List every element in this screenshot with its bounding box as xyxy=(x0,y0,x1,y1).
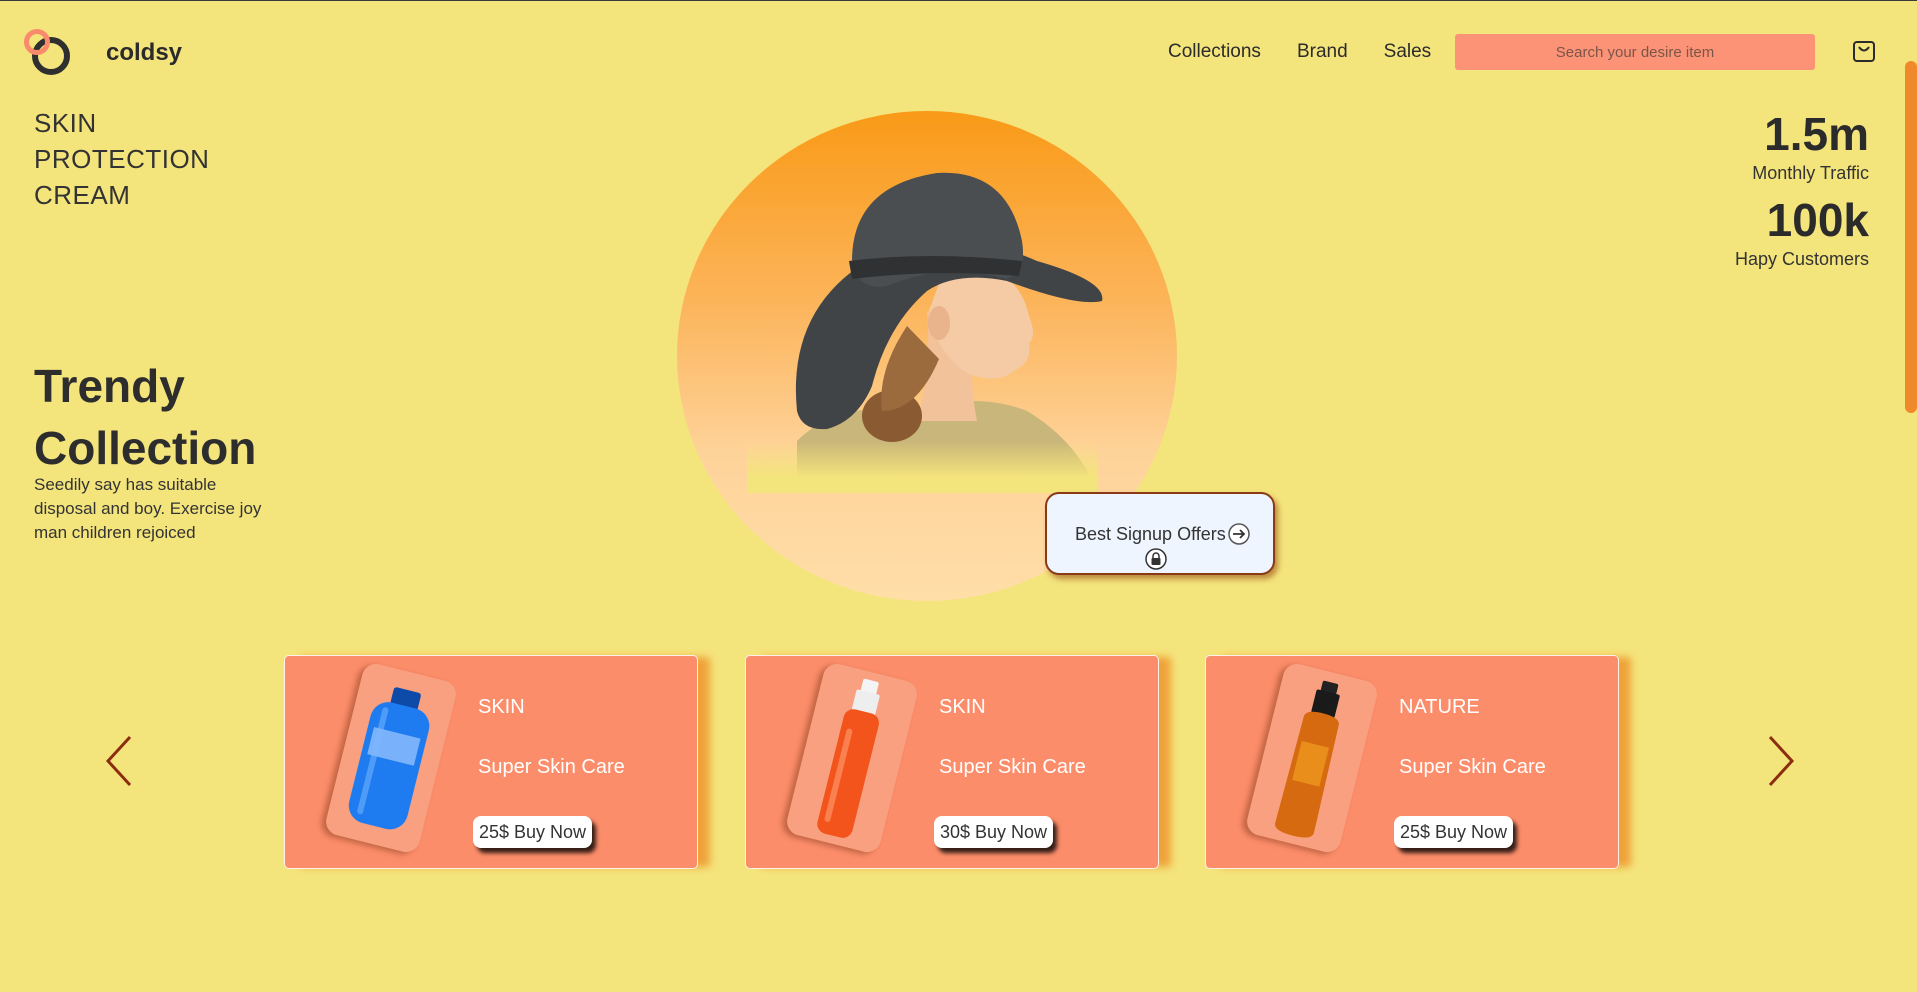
lock-icon xyxy=(1145,548,1167,570)
product-image xyxy=(1244,661,1380,855)
trendy-line-1: Trendy xyxy=(34,360,185,412)
signup-offers-button[interactable]: Best Signup Offers xyxy=(1045,492,1275,575)
buy-now-button[interactable]: 25$ Buy Now xyxy=(473,816,593,848)
nav-brand[interactable]: Brand xyxy=(1297,41,1348,63)
chevron-right-icon[interactable] xyxy=(1764,733,1798,789)
cart-icon[interactable] xyxy=(1852,39,1876,63)
stat-customers-value: 100k xyxy=(1766,194,1869,246)
main-nav: Collections Brand Sales xyxy=(1168,41,1431,63)
signup-offers-label: Best Signup Offers xyxy=(1075,524,1226,544)
product-name: Super Skin Care xyxy=(939,756,1086,778)
headline-line-3: CREAM xyxy=(34,180,131,210)
search-input[interactable] xyxy=(1455,34,1815,70)
stat-traffic-value: 1.5m xyxy=(1764,108,1869,160)
product-card[interactable]: NATURE Super Skin Care 25$ Buy Now xyxy=(1205,655,1619,869)
headline-line-2: PROTECTION xyxy=(34,144,210,174)
product-image xyxy=(784,661,920,855)
stat-customers-label: Hapy Customers xyxy=(1734,249,1869,269)
product-card[interactable]: SKIN Super Skin Care 30$ Buy Now xyxy=(745,655,1159,869)
stat-traffic-label: Monthly Traffic xyxy=(1752,163,1869,183)
product-name: Super Skin Care xyxy=(478,756,625,778)
product-category: SKIN xyxy=(939,696,986,718)
skin-protection-title: SKIN PROTECTION CREAM xyxy=(34,105,209,213)
scrollbar[interactable] xyxy=(1905,61,1917,413)
headline-line-1: SKIN xyxy=(34,108,97,138)
trendy-description: Seedily say has suitable disposal and bo… xyxy=(34,475,262,542)
product-image xyxy=(323,661,459,855)
logo-icon[interactable] xyxy=(22,29,72,75)
buy-now-button[interactable]: 25$ Buy Now xyxy=(1394,816,1514,848)
arrow-right-circle-icon xyxy=(1228,523,1250,545)
buy-now-button[interactable]: 30$ Buy Now xyxy=(934,816,1054,848)
chevron-left-icon[interactable] xyxy=(102,733,136,789)
nav-sales[interactable]: Sales xyxy=(1384,41,1432,63)
product-category: NATURE xyxy=(1399,696,1480,718)
trendy-collection-title: Trendy Collection xyxy=(34,355,256,479)
product-card[interactable]: SKIN Super Skin Care 25$ Buy Now xyxy=(284,655,698,869)
trendy-line-2: Collection xyxy=(34,422,257,474)
stats-panel: 1.5m Monthly Traffic 100k Hapy Customers xyxy=(1735,107,1869,279)
brand-name[interactable]: coldsy xyxy=(106,39,182,67)
nav-collections[interactable]: Collections xyxy=(1168,41,1261,63)
hero-fade-band xyxy=(747,441,1097,493)
product-name: Super Skin Care xyxy=(1399,756,1546,778)
product-category: SKIN xyxy=(478,696,525,718)
